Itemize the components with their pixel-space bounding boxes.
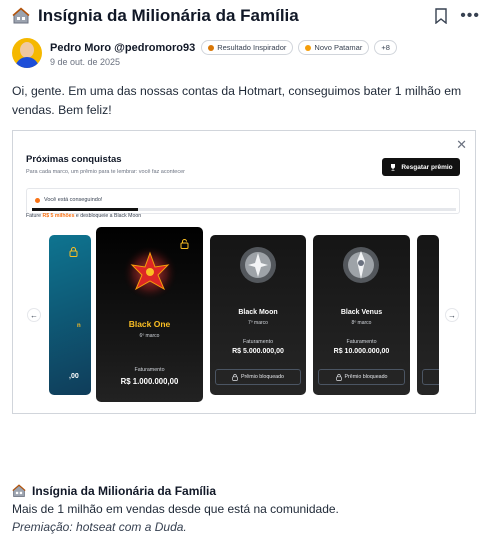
achievement-prize: Premiação: hotseat com a Duda. xyxy=(12,520,187,534)
progress-dot-icon xyxy=(35,198,40,203)
rocket-badge-icon xyxy=(122,245,178,301)
lock-icon xyxy=(232,373,238,381)
card-black-moon[interactable]: Black Moon 7º marco Faturamento R$ 5.000… xyxy=(210,235,306,395)
author-line: Pedro Moro @pedromoro93 Resultado Inspir… xyxy=(50,40,402,55)
post-title: Insígnia da Milionária da Família xyxy=(38,6,299,25)
post-date: 9 de out. de 2025 xyxy=(50,57,121,67)
card-revenue-value: R$ 1.000.000,00 xyxy=(120,377,179,386)
unlocked-icon xyxy=(180,239,189,249)
card-revenue-value: R$ 5.000.000,00 xyxy=(232,348,284,355)
progress-label: Você está conseguindo! xyxy=(44,197,103,203)
bookmark-icon[interactable] xyxy=(434,8,448,24)
card-milestone: 7º marco xyxy=(248,320,268,326)
venus-badge-icon xyxy=(343,247,379,283)
avatar[interactable] xyxy=(12,38,42,68)
house-icon xyxy=(12,484,26,497)
author-row: Pedro Moro @pedromoro93 Resultado Inspir… xyxy=(12,38,480,72)
author-name[interactable]: Pedro Moro @pedromoro93 xyxy=(50,42,195,54)
card-revenue-label: Faturamento xyxy=(134,367,165,373)
post-header: Insígnia da Milionária da Família ••• xyxy=(12,4,480,28)
card-black-venus[interactable]: Black Venus 8º marco Faturamento R$ 10.0… xyxy=(313,235,410,395)
card-name-fragment: n xyxy=(77,323,81,329)
close-icon[interactable]: ✕ xyxy=(456,137,467,153)
badge-novo-patamar[interactable]: Novo Patamar xyxy=(298,40,370,55)
card-name: Black Moon xyxy=(238,309,278,316)
progress-section: Você está conseguindo! xyxy=(26,188,460,214)
card-milestone: 8º marco xyxy=(351,320,372,326)
card-revenue-label: Faturamento xyxy=(242,339,274,345)
prize-locked-button[interactable]: Prêmio bloqueado xyxy=(318,369,405,385)
progress-bar xyxy=(32,208,456,211)
more-options-icon[interactable]: ••• xyxy=(460,7,480,25)
badge-icon xyxy=(305,44,312,51)
card-name: Black Venus xyxy=(340,309,383,316)
badge-resultado-inspirador[interactable]: Resultado Inspirador xyxy=(201,40,294,55)
badge-icon xyxy=(208,44,215,51)
embedded-image[interactable]: ✕ Próximas conquistas Para cada marco, u… xyxy=(12,130,476,414)
card-partial-left[interactable]: n ,00 xyxy=(49,235,91,395)
achievement-title: Insígnia da Milionária da Família xyxy=(12,484,216,498)
embed-title: Próximas conquistas xyxy=(26,154,122,165)
card-revenue-label: Faturamento xyxy=(346,339,377,345)
lock-icon xyxy=(335,373,342,381)
post-body: Oi, gente. Em uma das nossas contas da H… xyxy=(12,84,462,117)
card-black-one[interactable]: Black One 6º marco Faturamento R$ 1.000.… xyxy=(96,227,203,402)
badge-more-count[interactable]: +8 xyxy=(374,40,397,55)
card-name: Black One xyxy=(128,319,171,329)
house-icon xyxy=(12,7,30,24)
card-milestone: 6º marco xyxy=(139,333,160,339)
prize-locked-button[interactable]: Prêmio bloqueado xyxy=(215,369,301,385)
card-value-fragment: ,00 xyxy=(69,373,79,380)
moon-badge-icon xyxy=(240,247,276,283)
card-partial-right[interactable] xyxy=(417,235,439,395)
card-revenue-value: R$ 10.000.000,00 xyxy=(333,348,390,355)
embed-subtitle: Para cada marco, um prêmio para te lembr… xyxy=(26,169,185,175)
embed-hint: Fature R$ 5 milhões e desbloqueie a Blac… xyxy=(26,213,142,219)
lock-icon xyxy=(69,247,78,257)
redeem-prize-button[interactable]: Resgatar prêmio xyxy=(382,158,460,176)
achievement-description: Mais de 1 milhão em vendas desde que est… xyxy=(12,502,339,516)
trophy-icon xyxy=(391,164,396,171)
carousel-prev-button[interactable]: ← xyxy=(27,308,41,322)
carousel-next-button[interactable]: → xyxy=(445,308,459,322)
